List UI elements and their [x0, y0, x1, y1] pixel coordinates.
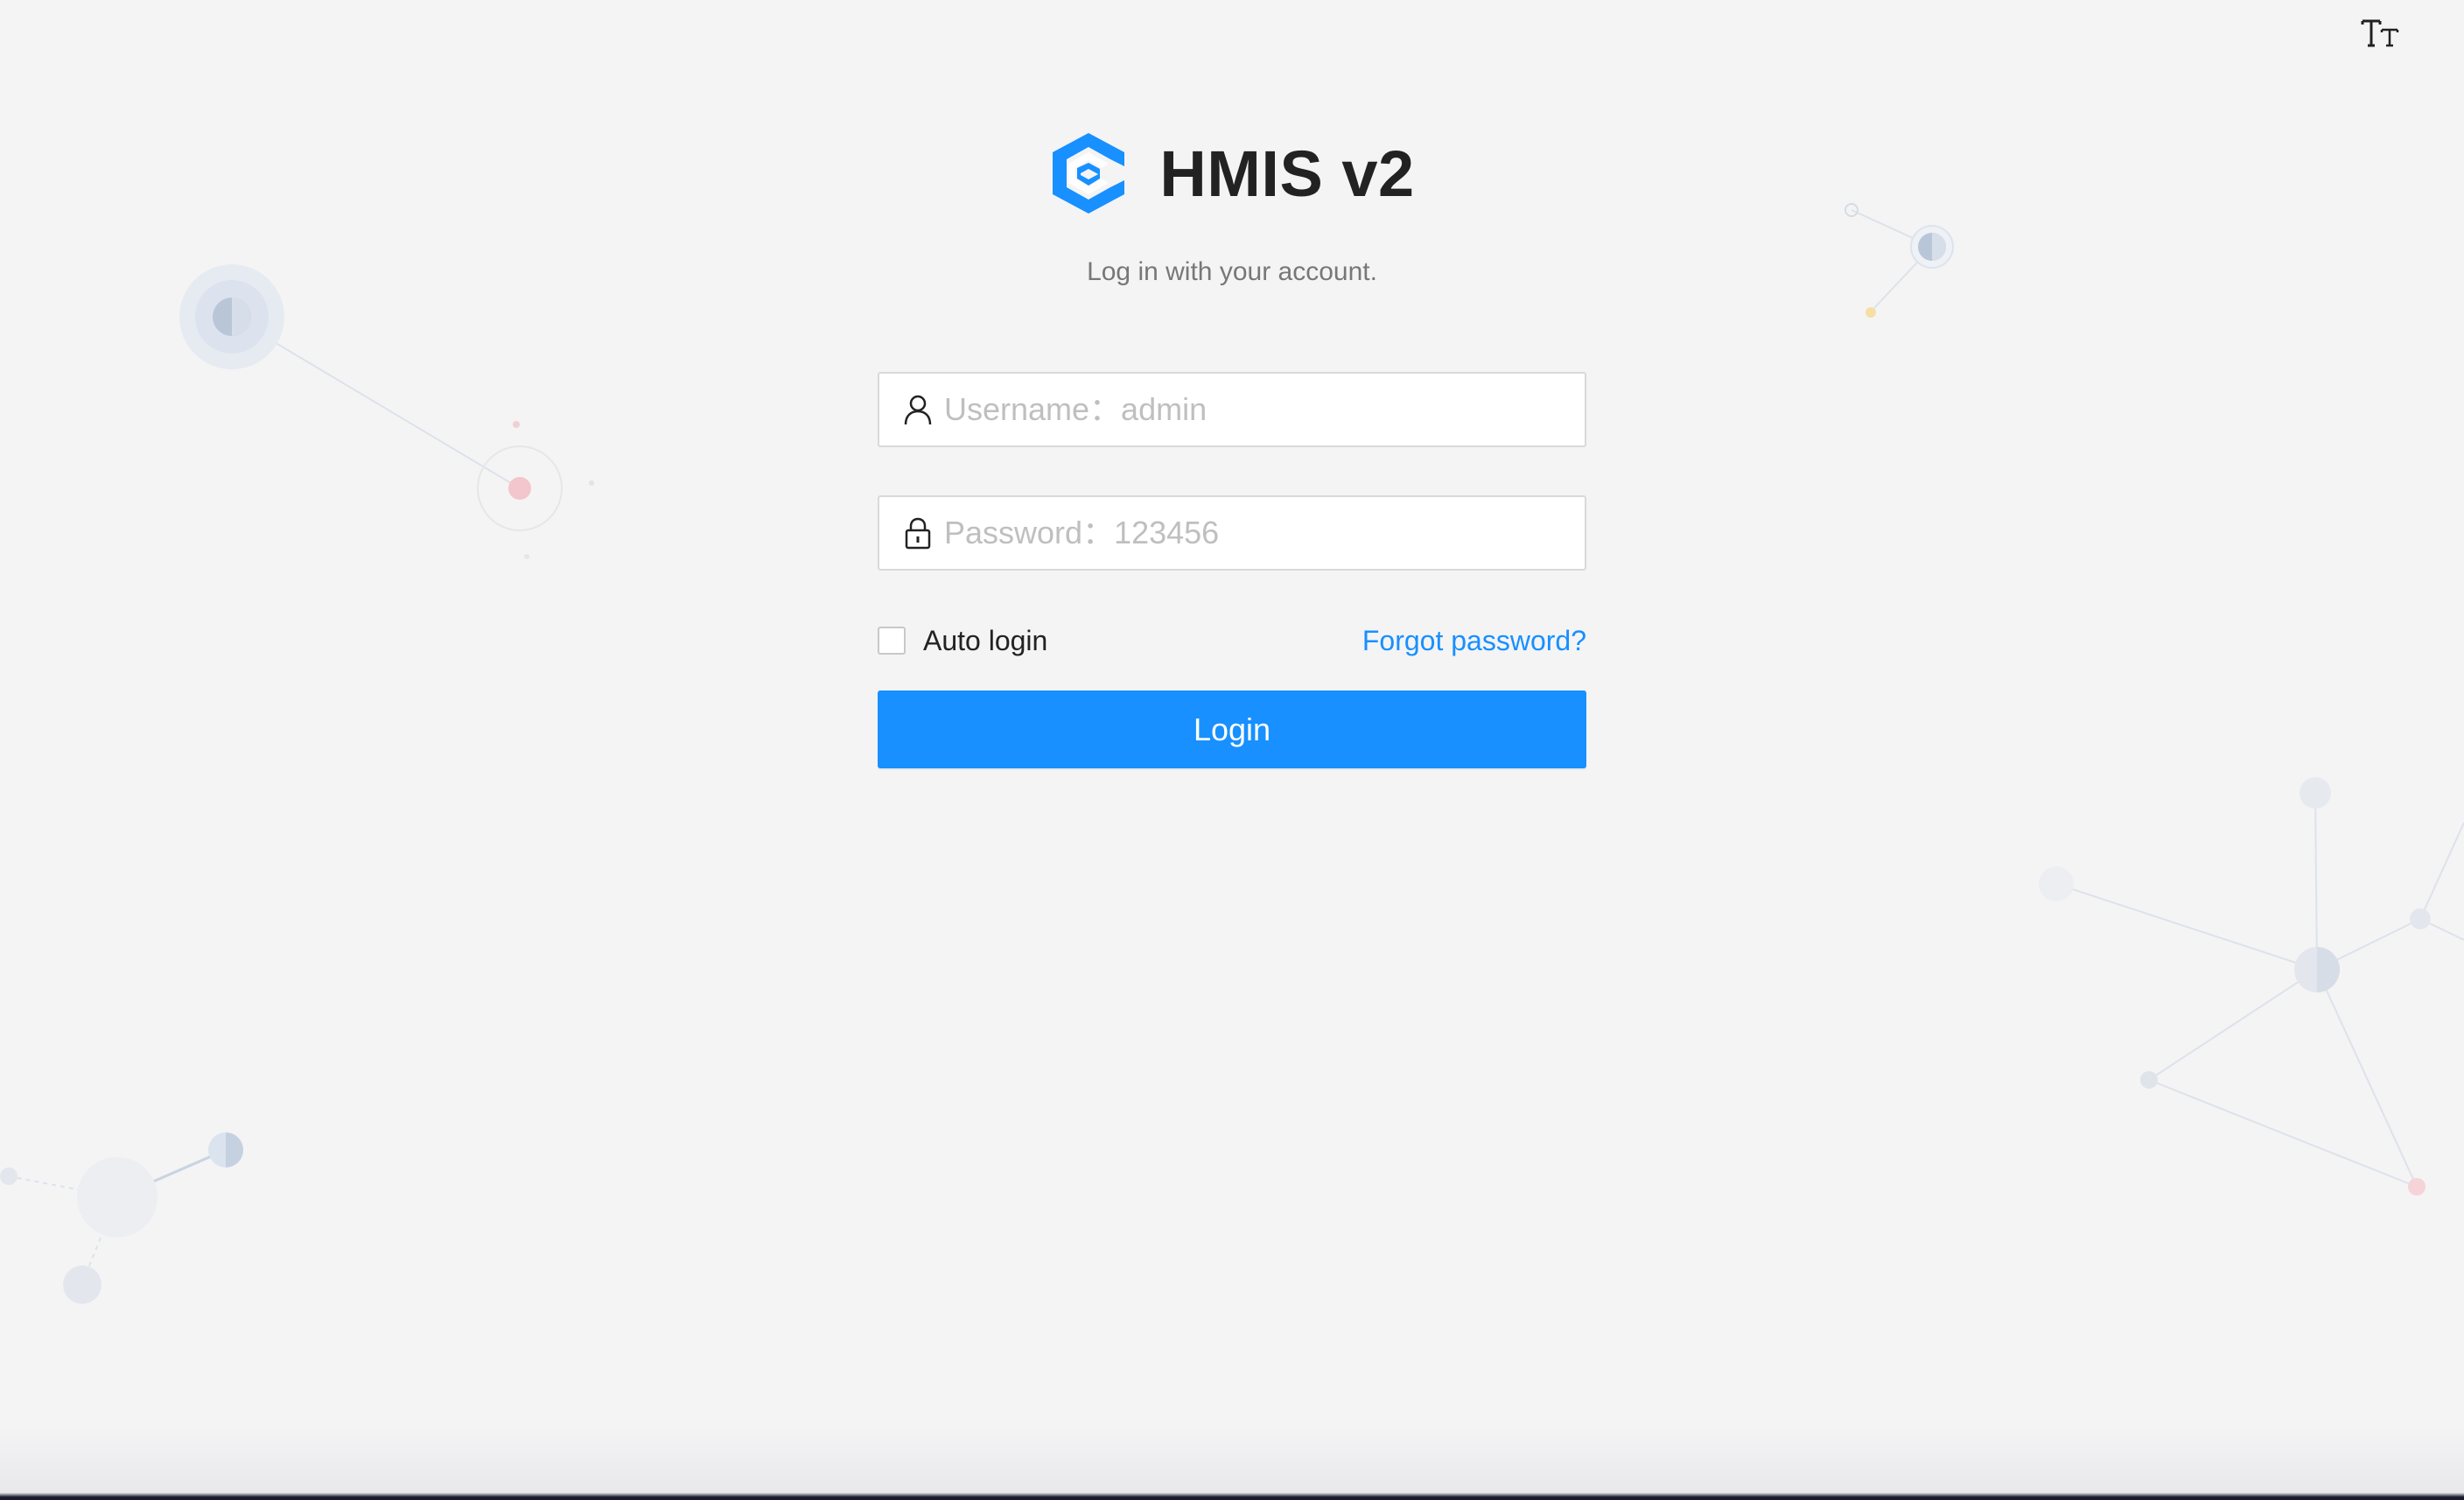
- username-field[interactable]: [878, 372, 1586, 447]
- forgot-password-link[interactable]: Forgot password?: [1362, 625, 1586, 657]
- user-icon: [904, 395, 932, 425]
- auto-login-label: Auto login: [923, 624, 1048, 656]
- username-input[interactable]: [944, 374, 1585, 445]
- lock-icon: [905, 517, 931, 550]
- password-field[interactable]: [878, 495, 1586, 571]
- login-button[interactable]: Login: [878, 690, 1586, 768]
- login-page: HMIS v2 Log in with your account. Auto l…: [0, 0, 2464, 1500]
- password-input[interactable]: [944, 497, 1585, 569]
- auto-login-checkbox[interactable]: [878, 627, 906, 655]
- font-size-toggle[interactable]: [2356, 11, 2404, 56]
- brand-header: HMIS v2: [0, 131, 2464, 215]
- font-size-icon: [2361, 19, 2399, 47]
- login-subtitle: Log in with your account.: [1087, 257, 1377, 286]
- logo-icon: [1053, 133, 1125, 214]
- bottom-edge-shadow: [0, 1426, 2464, 1500]
- app-title: HMIS v2: [1159, 137, 1415, 210]
- auto-login-control[interactable]: Auto login: [878, 625, 1047, 657]
- login-options: Auto login Forgot password?: [878, 616, 1586, 665]
